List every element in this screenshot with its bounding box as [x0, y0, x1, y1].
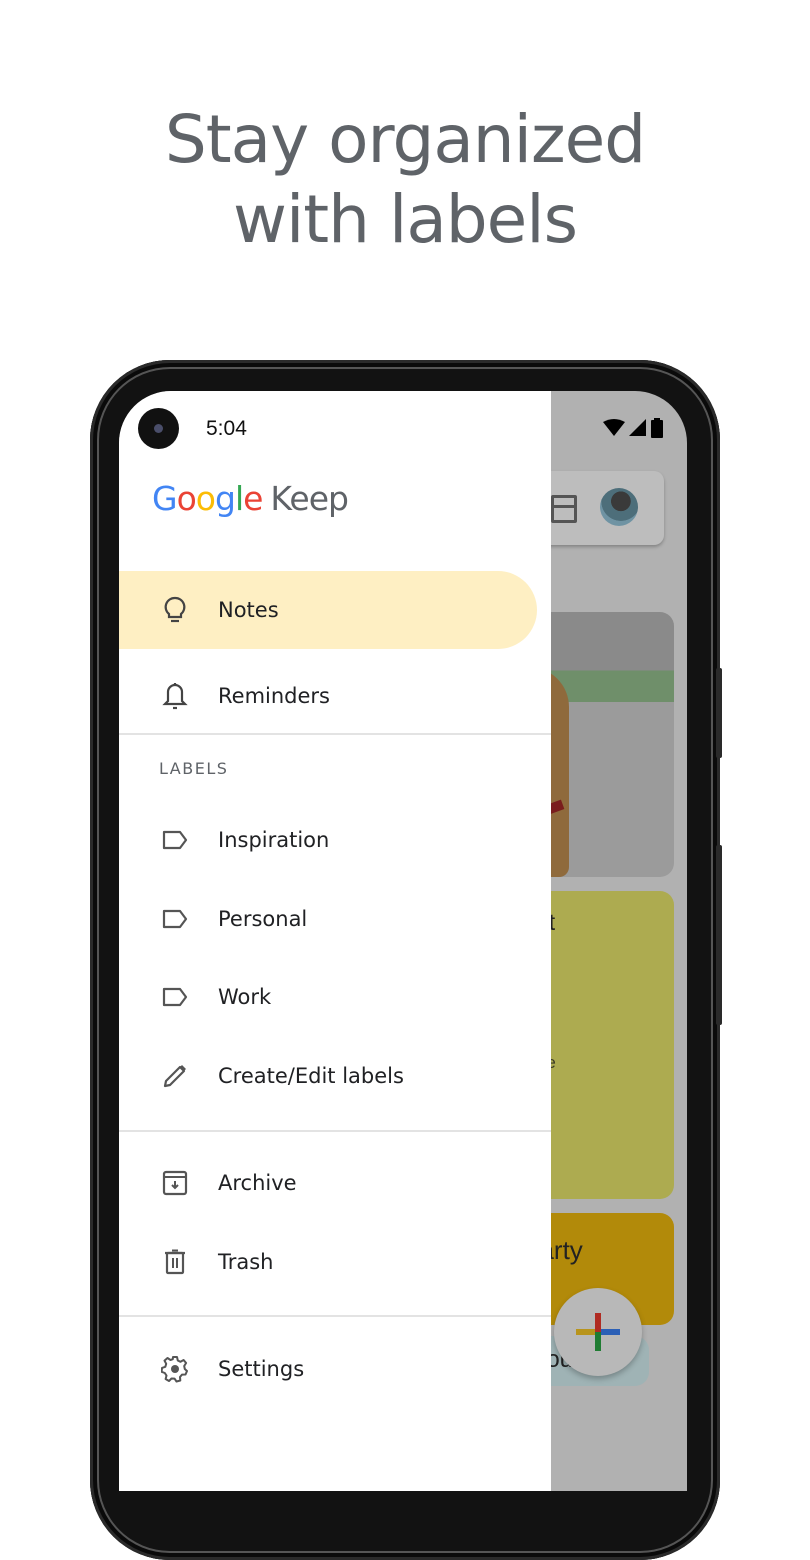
drawer-item-create-edit-labels[interactable]: Create/Edit labels — [119, 1037, 537, 1115]
drawer-item-inspiration[interactable]: Inspiration — [119, 801, 537, 879]
google-keep-logo: Google Keep — [152, 479, 349, 518]
battery-icon — [651, 418, 663, 438]
volume-button — [716, 845, 722, 1025]
headline-line-1: Stay organized — [164, 101, 646, 178]
drawer-item-label: Work — [218, 985, 272, 1009]
bell-icon — [161, 682, 189, 710]
status-icons — [603, 418, 663, 438]
logo-letter: e — [243, 479, 263, 518]
gear-icon — [161, 1355, 189, 1383]
trash-icon — [161, 1248, 189, 1276]
phone-screen: list vels k ead auce party y! House 5:04… — [119, 391, 687, 1491]
navigation-drawer: 5:04 Google Keep Notes Reminders LABELS I… — [119, 391, 551, 1491]
signal-icon — [629, 419, 646, 436]
headline: Stay organized with labels — [0, 100, 810, 260]
logo-letter: o — [195, 479, 216, 518]
drawer-item-label: Personal — [218, 907, 308, 931]
front-camera — [138, 408, 179, 449]
status-time: 5:04 — [206, 417, 247, 440]
pencil-icon — [161, 1062, 189, 1090]
archive-icon — [161, 1169, 189, 1197]
drawer-item-archive[interactable]: Archive — [119, 1144, 537, 1222]
logo-product: Keep — [270, 479, 349, 518]
drawer-item-reminders[interactable]: Reminders — [119, 657, 537, 735]
logo-letter: l — [234, 479, 244, 518]
logo-letter: G — [152, 479, 178, 518]
drawer-item-notes[interactable]: Notes — [119, 571, 537, 649]
avatar[interactable] — [600, 488, 638, 526]
label-icon — [161, 983, 189, 1011]
logo-letter: g — [214, 479, 236, 518]
drawer-item-label: Settings — [218, 1357, 305, 1381]
headline-line-2: with labels — [232, 181, 578, 258]
logo-letter: o — [176, 479, 197, 518]
label-icon — [161, 905, 189, 933]
labels-section-header: LABELS — [159, 759, 229, 778]
drawer-item-personal[interactable]: Personal — [119, 880, 537, 958]
drawer-item-label: Reminders — [218, 684, 330, 708]
divider — [119, 733, 551, 735]
drawer-item-label: Inspiration — [218, 828, 330, 852]
drawer-item-trash[interactable]: Trash — [119, 1223, 537, 1301]
drawer-item-label: Notes — [218, 598, 279, 622]
label-icon — [161, 826, 189, 854]
drawer-item-work[interactable]: Work — [119, 958, 537, 1036]
divider — [119, 1315, 551, 1317]
drawer-item-label: Create/Edit labels — [218, 1064, 404, 1088]
wifi-icon — [603, 419, 625, 436]
drawer-item-settings[interactable]: Settings — [119, 1330, 537, 1408]
view-toggle-icon[interactable] — [551, 495, 577, 523]
drawer-item-label: Trash — [218, 1250, 274, 1274]
new-note-button[interactable] — [554, 1288, 642, 1376]
lightbulb-icon — [161, 596, 189, 624]
power-button — [716, 668, 722, 758]
divider — [119, 1130, 551, 1132]
drawer-item-label: Archive — [218, 1171, 297, 1195]
